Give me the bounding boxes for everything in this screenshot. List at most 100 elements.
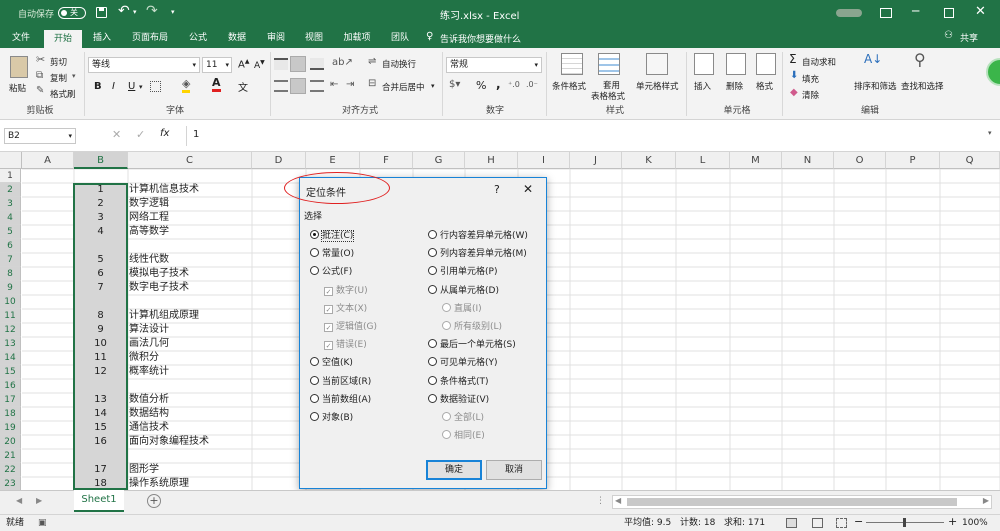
option-left-0[interactable]: 批注(C) — [310, 230, 355, 242]
save-icon[interactable] — [96, 7, 107, 18]
font-name-select[interactable]: 等线 ▾ — [88, 57, 200, 73]
row-header-21[interactable]: 21 — [0, 449, 21, 463]
option-right-7[interactable]: 可见单元格(Y) — [428, 357, 498, 369]
borders-icon[interactable] — [150, 81, 161, 92]
column-header-l[interactable]: L — [676, 152, 730, 169]
cell-c17[interactable]: 数值分析 — [129, 393, 169, 407]
conditional-format-button[interactable]: 条件格式 — [552, 80, 586, 92]
italic-button[interactable]: I — [112, 81, 115, 92]
format-as-table-line2[interactable]: 表格格式 — [591, 90, 625, 102]
copy-icon[interactable]: ⧉ — [36, 70, 43, 81]
zoom-slider[interactable] — [866, 518, 944, 527]
cell-c7[interactable]: 线性代数 — [129, 253, 169, 267]
sort-filter-icon[interactable]: A↓ — [864, 52, 882, 66]
row-header-1[interactable]: 1 — [0, 169, 21, 183]
zoom-level[interactable]: 100% — [962, 515, 988, 531]
copy-dropdown-icon[interactable]: ▾ — [72, 72, 76, 80]
column-header-h[interactable]: H — [465, 152, 518, 169]
decrease-decimal-icon[interactable]: .0⁻ — [526, 80, 538, 89]
cell-c5[interactable]: 高等数学 — [129, 225, 169, 239]
font-color-icon[interactable]: A — [212, 77, 221, 92]
horizontal-scrollbar[interactable]: ◀ ▶ — [612, 495, 992, 509]
row-header-2[interactable]: 2 — [0, 183, 21, 197]
zoom-in-icon[interactable]: + — [948, 514, 957, 530]
accounting-format-icon[interactable]: $▾ — [449, 79, 460, 90]
row-header-18[interactable]: 18 — [0, 407, 21, 421]
decrease-indent-icon[interactable]: ⇤ — [330, 79, 338, 90]
cell-b2[interactable]: 1 — [74, 183, 127, 197]
row-header-10[interactable]: 10 — [0, 295, 21, 309]
cell-c9[interactable]: 数字电子技术 — [129, 281, 189, 295]
cell-b3[interactable]: 2 — [74, 197, 127, 211]
cell-b17[interactable]: 13 — [74, 393, 127, 407]
tab-data[interactable]: 数据 — [219, 29, 255, 48]
column-header-g[interactable]: G — [413, 152, 465, 169]
option-left-1[interactable]: 常量(O) — [310, 248, 354, 260]
insert-cells-icon[interactable] — [694, 53, 714, 75]
row-header-22[interactable]: 22 — [0, 463, 21, 477]
page-layout-view-icon[interactable] — [812, 518, 823, 528]
tab-view[interactable]: 视图 — [296, 29, 332, 48]
column-header-i[interactable]: I — [518, 152, 570, 169]
row-header-16[interactable]: 16 — [0, 379, 21, 393]
option-right-3[interactable]: 从属单元格(D) — [428, 284, 499, 297]
column-header-o[interactable]: O — [834, 152, 886, 169]
row-header-11[interactable]: 11 — [0, 309, 21, 323]
column-header-e[interactable]: E — [306, 152, 360, 169]
undo-icon[interactable]: ↶ — [118, 3, 130, 19]
cell-b23[interactable]: 18 — [74, 477, 127, 490]
align-left-icon[interactable] — [274, 80, 288, 92]
fill-icon[interactable]: ⬇ — [790, 70, 798, 81]
macro-record-icon[interactable]: ▣ — [38, 515, 47, 531]
grow-font-icon[interactable]: A▲ — [238, 58, 249, 70]
align-right-icon[interactable] — [310, 80, 324, 92]
cell-b22[interactable]: 17 — [74, 463, 127, 477]
row-header-5[interactable]: 5 — [0, 225, 21, 239]
addin-badge-icon[interactable] — [986, 58, 1000, 86]
merge-center-icon[interactable]: ⊟ — [368, 78, 376, 89]
bold-button[interactable]: B — [94, 81, 102, 92]
expand-formula-icon[interactable]: ▾ — [988, 129, 992, 137]
tab-formulas[interactable]: 公式 — [180, 29, 216, 48]
paste-button[interactable]: 粘贴 — [6, 54, 32, 98]
cell-c3[interactable]: 数字逻辑 — [129, 197, 169, 211]
cell-c23[interactable]: 操作系统原理 — [129, 477, 189, 490]
row-header-14[interactable]: 14 — [0, 351, 21, 365]
add-sheet-button[interactable]: + — [147, 494, 161, 508]
cancel-entry-icon[interactable]: ✕ — [112, 128, 121, 141]
formula-input[interactable]: 1 — [186, 126, 986, 146]
row-header-6[interactable]: 6 — [0, 239, 21, 253]
row-header-9[interactable]: 9 — [0, 281, 21, 295]
conditional-format-icon[interactable] — [561, 53, 583, 75]
option-right-6[interactable]: 最后一个单元格(S) — [428, 339, 516, 351]
page-break-view-icon[interactable] — [836, 518, 847, 528]
column-header-f[interactable]: F — [360, 152, 413, 169]
row-header-20[interactable]: 20 — [0, 435, 21, 449]
column-header-q[interactable]: Q — [940, 152, 1000, 169]
align-top-icon[interactable] — [274, 58, 288, 70]
column-header-a[interactable]: A — [22, 152, 74, 169]
cell-b12[interactable]: 9 — [74, 323, 127, 337]
zoom-slider-thumb[interactable] — [903, 518, 906, 527]
column-header-p[interactable]: P — [886, 152, 940, 169]
cell-c13[interactable]: 画法几何 — [129, 337, 169, 351]
delete-cells-button[interactable]: 删除 — [726, 80, 743, 92]
format-as-table-icon[interactable] — [598, 53, 620, 75]
underline-dropdown-icon[interactable]: ▾ — [139, 83, 143, 91]
insert-cells-button[interactable]: 插入 — [694, 80, 711, 92]
close-dialog-button[interactable]: ✕ — [523, 182, 533, 196]
option-right-1[interactable]: 列内容差异单元格(M) — [428, 248, 527, 260]
tab-addins[interactable]: 加载项 — [336, 29, 378, 48]
confirm-entry-icon[interactable]: ✓ — [136, 128, 145, 141]
row-header-12[interactable]: 12 — [0, 323, 21, 337]
tab-split-handle-icon[interactable]: ⋮ — [596, 496, 605, 506]
copy-button[interactable]: 复制 — [50, 72, 67, 84]
align-center-icon[interactable] — [290, 78, 306, 94]
tab-page-layout[interactable]: 页面布局 — [124, 29, 176, 48]
option-left-2[interactable]: 公式(F) — [310, 266, 352, 278]
restore-icon[interactable] — [944, 8, 954, 18]
autosum-icon[interactable]: Σ — [789, 52, 797, 66]
tab-review[interactable]: 审阅 — [258, 29, 294, 48]
merge-center-button[interactable]: 合并后居中 — [382, 81, 425, 93]
row-header-15[interactable]: 15 — [0, 365, 21, 379]
